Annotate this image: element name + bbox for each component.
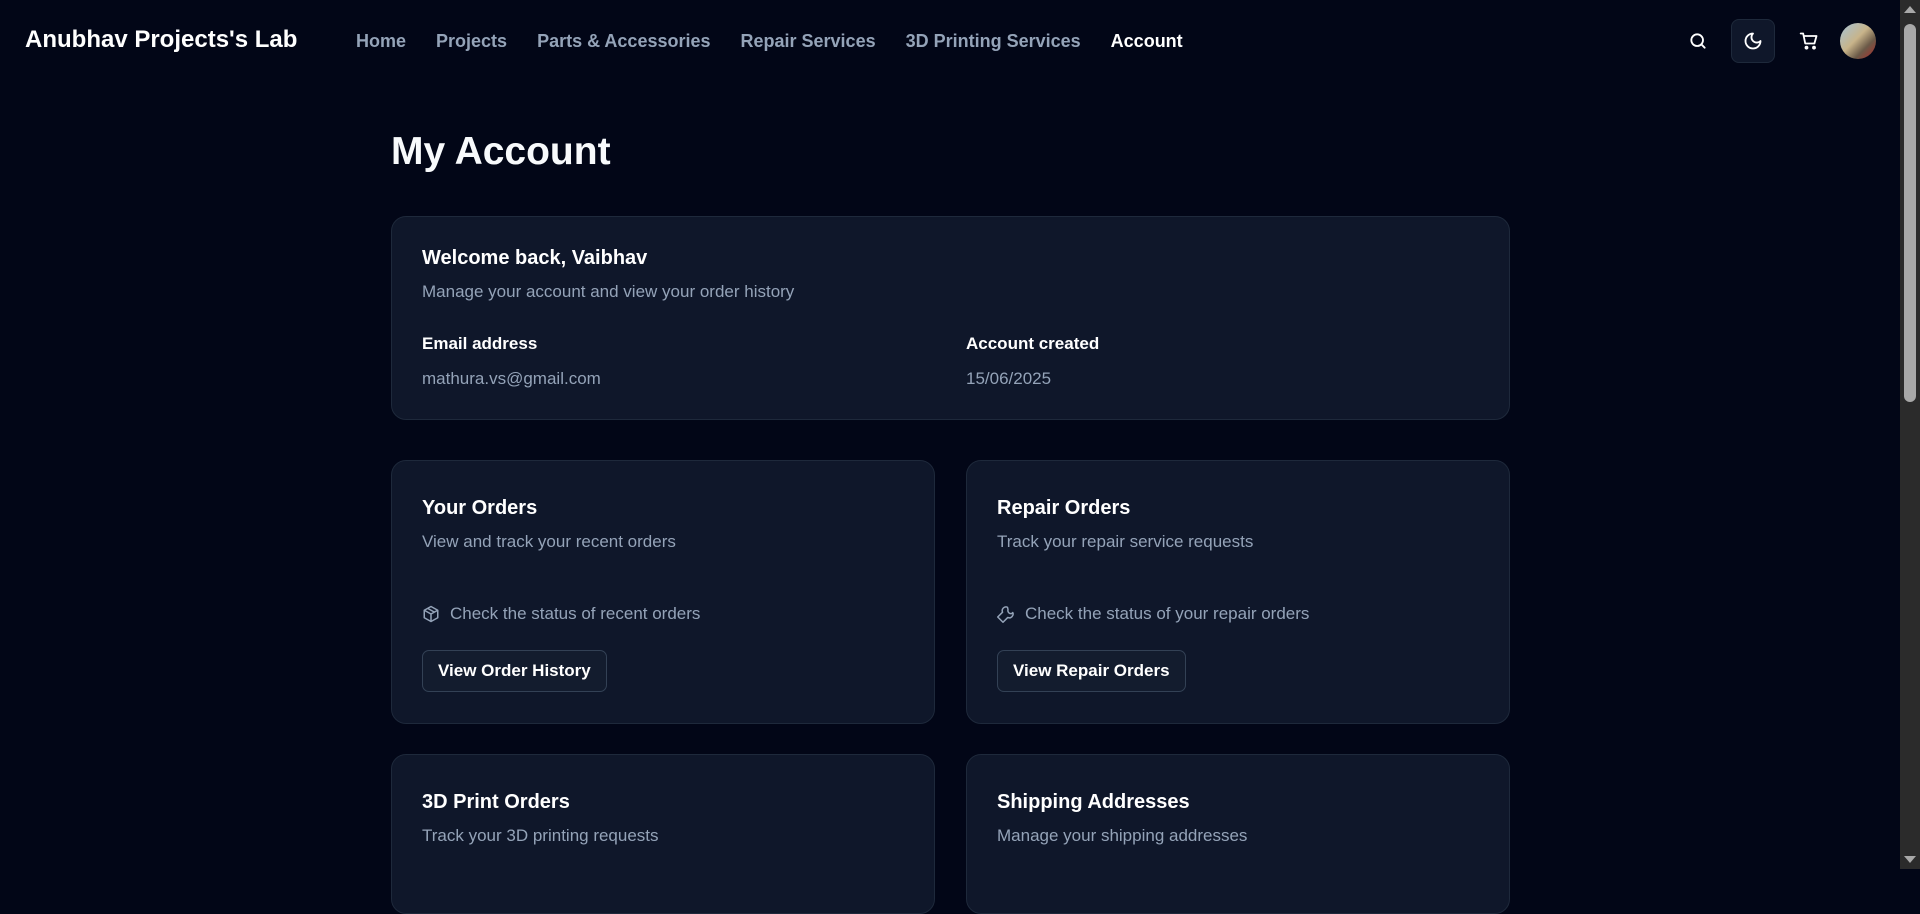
moon-icon: [1744, 32, 1762, 50]
card-title: Repair Orders: [997, 497, 1131, 519]
card-title: Shipping Addresses: [997, 791, 1190, 813]
your-orders-card: Your Orders View and track your recent o…: [391, 460, 935, 724]
card-subtitle: View and track your recent orders: [422, 532, 676, 551]
view-order-history-button[interactable]: View Order History: [422, 650, 607, 692]
nav-3d-printing-services[interactable]: 3D Printing Services: [906, 31, 1081, 52]
card-subtitle: Track your 3D printing requests: [422, 826, 659, 845]
account-created-label: Account created: [966, 334, 1100, 353]
welcome-subtitle: Manage your account and view your order …: [422, 282, 795, 301]
scrollbar[interactable]: [1900, 0, 1920, 869]
user-avatar[interactable]: [1840, 23, 1876, 59]
email-value: mathura.vs@gmail.com: [422, 369, 601, 388]
welcome-card: Welcome back, Vaibhav Manage your accoun…: [391, 216, 1510, 420]
brand-logo[interactable]: Anubhav Projects's Lab: [25, 26, 297, 54]
top-nav-bar: Anubhav Projects's Lab Home Projects Par…: [0, 0, 1900, 84]
card-feature-text: Check the status of recent orders: [450, 604, 701, 623]
nav-projects[interactable]: Projects: [436, 31, 507, 52]
view-repair-orders-button[interactable]: View Repair Orders: [997, 650, 1186, 692]
card-feature: Check the status of recent orders: [422, 604, 904, 624]
account-created-value: 15/06/2025: [966, 369, 1052, 388]
card-title: 3D Print Orders: [422, 791, 570, 813]
shipping-addresses-card: Shipping Addresses Manage your shipping …: [966, 754, 1510, 914]
card-subtitle: Manage your shipping addresses: [997, 826, 1248, 845]
cart-button[interactable]: [1787, 19, 1831, 63]
page-title: My Account: [391, 130, 611, 173]
3d-print-orders-card: 3D Print Orders Track your 3D printing r…: [391, 754, 935, 914]
cart-icon: [1799, 32, 1818, 50]
nav-account[interactable]: Account: [1111, 31, 1183, 52]
email-label: Email address: [422, 334, 538, 353]
search-button[interactable]: [1676, 19, 1720, 63]
card-title: Your Orders: [422, 497, 538, 519]
search-icon: [1690, 33, 1706, 49]
theme-toggle-button[interactable]: [1731, 19, 1775, 63]
card-feature: Check the status of your repair orders: [997, 604, 1479, 624]
card-subtitle: Track your repair service requests: [997, 532, 1254, 551]
nav-home[interactable]: Home: [356, 31, 406, 52]
package-icon: [423, 605, 439, 623]
nav-parts-accessories[interactable]: Parts & Accessories: [537, 31, 710, 52]
nav-repair-services[interactable]: Repair Services: [741, 31, 876, 52]
main-nav: Home Projects Parts & Accessories Repair…: [356, 31, 1183, 52]
wrench-icon: [997, 606, 1014, 623]
welcome-title: Welcome back, Vaibhav: [422, 247, 648, 269]
scrollbar-thumb[interactable]: [1904, 24, 1916, 402]
repair-orders-card: Repair Orders Track your repair service …: [966, 460, 1510, 724]
card-feature-text: Check the status of your repair orders: [1025, 604, 1310, 623]
